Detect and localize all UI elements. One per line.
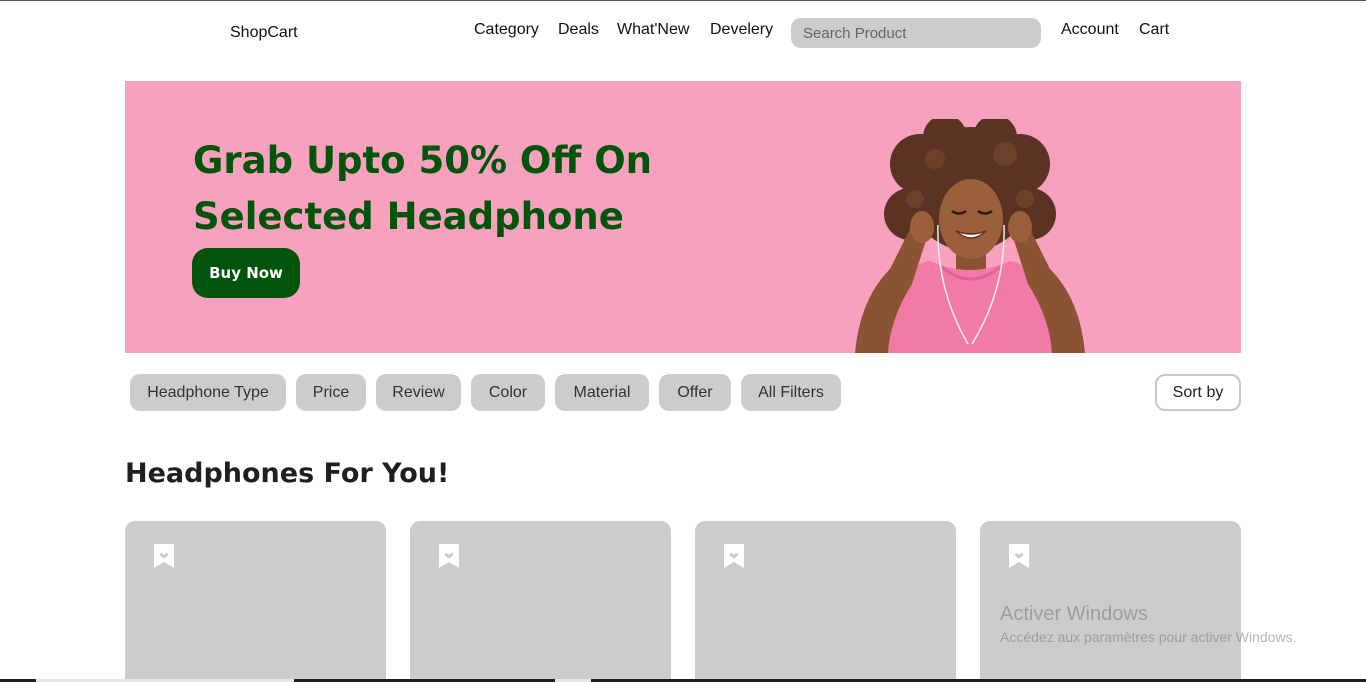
product-card[interactable] bbox=[980, 521, 1241, 682]
buy-now-button[interactable]: Buy Now bbox=[192, 248, 300, 298]
product-card[interactable] bbox=[410, 521, 671, 682]
nav-whats-new[interactable]: What'New bbox=[617, 21, 689, 39]
product-card[interactable] bbox=[125, 521, 386, 682]
hero-model-image bbox=[855, 119, 1085, 353]
sort-by-button[interactable]: Sort by bbox=[1155, 374, 1241, 411]
filter-review[interactable]: Review bbox=[376, 374, 461, 411]
bookmark-heart-icon[interactable] bbox=[1008, 543, 1030, 569]
brand-logo[interactable]: ShopCart bbox=[230, 24, 298, 42]
filter-all-filters[interactable]: All Filters bbox=[741, 374, 841, 411]
windows-activation-subtitle: Accédez aux paramètres pour activer Wind… bbox=[1000, 629, 1297, 645]
bookmark-heart-icon[interactable] bbox=[723, 543, 745, 569]
nav-deals[interactable]: Deals bbox=[558, 21, 599, 39]
nav-account[interactable]: Account bbox=[1061, 21, 1119, 39]
filter-color[interactable]: Color bbox=[471, 374, 545, 411]
bookmark-heart-icon[interactable] bbox=[153, 543, 175, 569]
nav-category[interactable]: Category bbox=[474, 21, 539, 39]
section-title: Headphones For You! bbox=[125, 458, 450, 489]
windows-activation-title: Activer Windows bbox=[1000, 603, 1148, 625]
bookmark-heart-icon[interactable] bbox=[438, 543, 460, 569]
filter-material[interactable]: Material bbox=[555, 374, 649, 411]
nav-delivery[interactable]: Develery bbox=[710, 21, 773, 39]
nav-cart[interactable]: Cart bbox=[1139, 21, 1169, 39]
filter-headphone-type[interactable]: Headphone Type bbox=[130, 374, 286, 411]
hero-title: Grab Upto 50% Off On Selected Headphone bbox=[193, 139, 653, 238]
window-top-border bbox=[0, 0, 1366, 1]
product-card[interactable] bbox=[695, 521, 956, 682]
filter-offer[interactable]: Offer bbox=[659, 374, 731, 411]
filter-price[interactable]: Price bbox=[296, 374, 366, 411]
hero-banner: Grab Upto 50% Off On Selected Headphone … bbox=[125, 81, 1241, 353]
search-input[interactable] bbox=[791, 18, 1041, 48]
